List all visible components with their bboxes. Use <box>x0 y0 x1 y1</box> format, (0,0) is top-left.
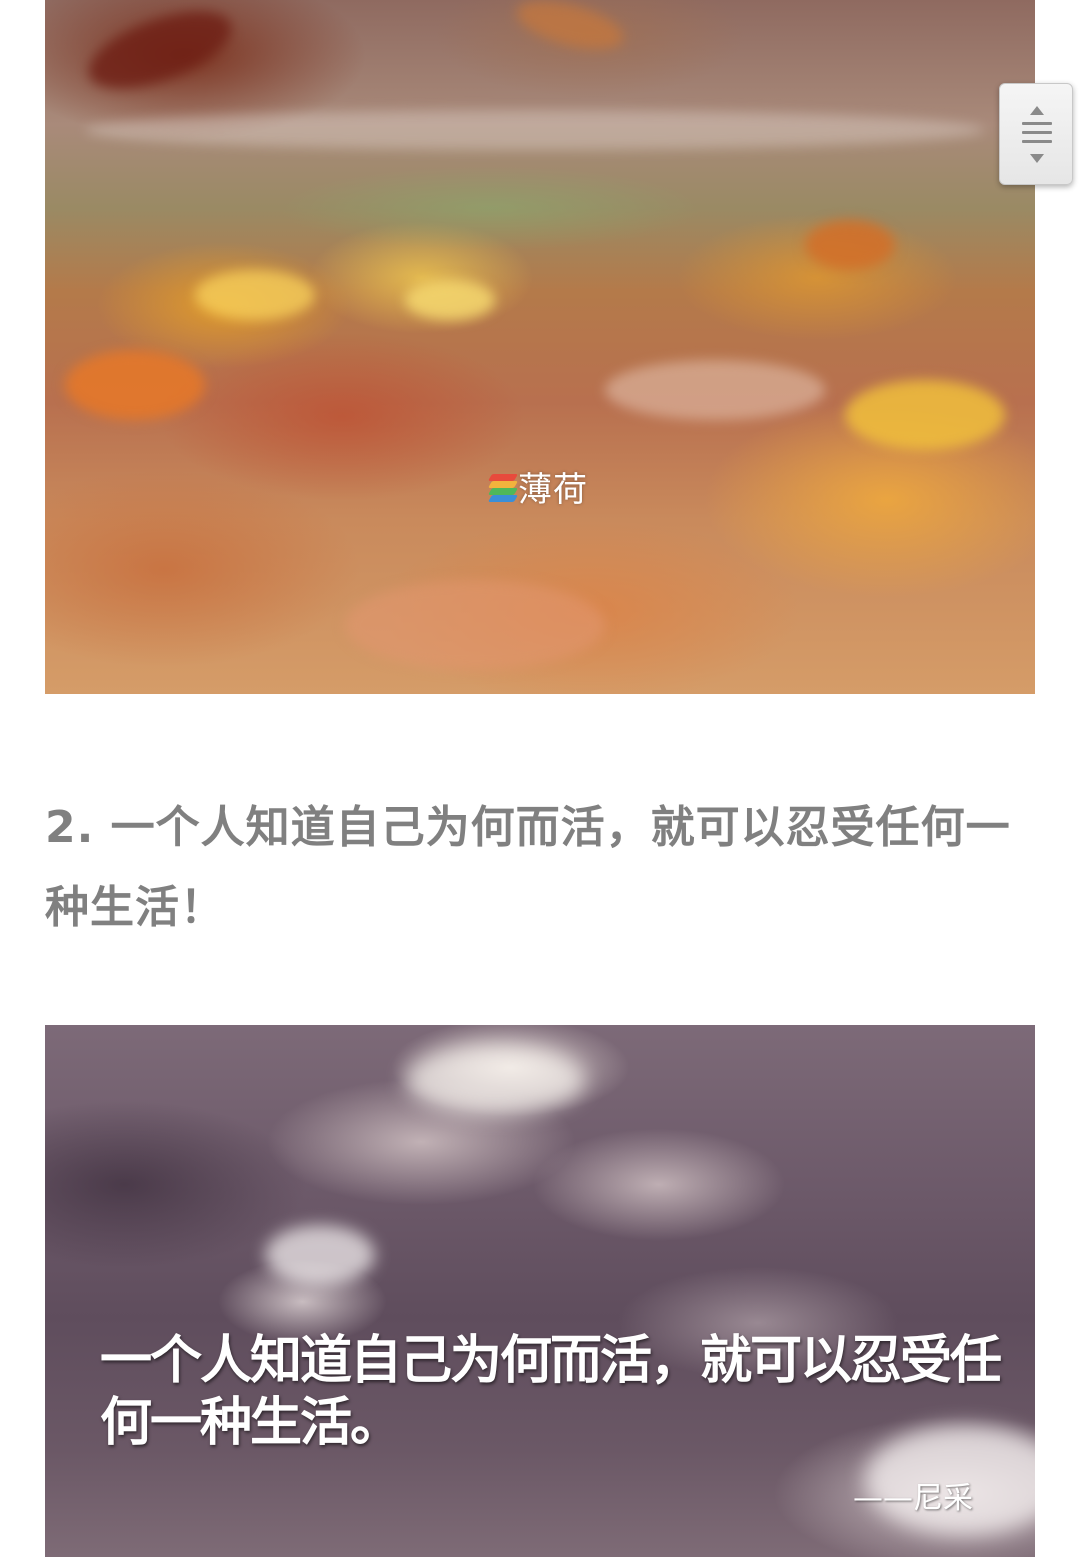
watermark-logo-icon <box>487 472 519 502</box>
photo-quote-author: ——尼采 <box>853 1481 973 1516</box>
quote-heading: 2. 一个人知道自己为何而活，就可以忍受任何一种生活！ <box>45 802 1011 933</box>
watermark: 薄荷 <box>487 462 588 511</box>
watermark-text: 薄荷 <box>518 470 588 510</box>
arrow-up-icon <box>1030 106 1044 115</box>
autumn-leaves-photo[interactable]: 薄荷 <box>45 0 1035 694</box>
photo-quote-text: 一个人知道自己为何而活，就可以忍受任何一种生活。 <box>100 1331 1002 1453</box>
scroll-handle[interactable] <box>999 83 1073 185</box>
arrow-down-icon <box>1030 154 1044 163</box>
cloudy-sky-photo[interactable]: 一个人知道自己为何而活，就可以忍受任何一种生活。 ——尼采 <box>45 1025 1035 1557</box>
